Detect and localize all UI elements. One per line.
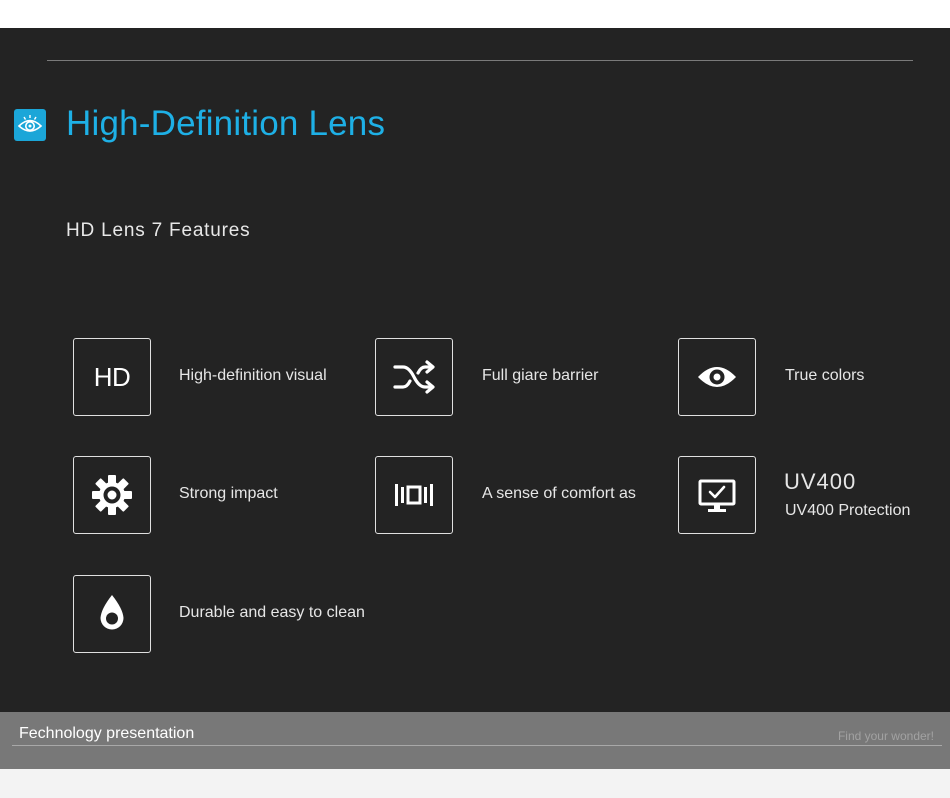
bottom-strip <box>0 769 950 798</box>
monitor-check-icon <box>678 456 756 534</box>
gear-icon <box>73 456 151 534</box>
footer-left-text: Fechnology presentation <box>19 725 195 742</box>
footer-bar: Fechnology presentation Find your wonder… <box>0 712 950 769</box>
footer-right-text: Find your wonder! <box>837 729 934 743</box>
feature-label-durable: Durable and easy to clean <box>179 604 365 621</box>
top-divider <box>47 60 913 61</box>
hd-icon-text: HD <box>93 362 131 392</box>
eye-icon <box>14 109 46 141</box>
hd-icon: HD <box>73 338 151 416</box>
lens-bracket-icon <box>375 456 453 534</box>
shuffle-icon <box>375 338 453 416</box>
eye-icon <box>678 338 756 416</box>
section-subtitle: HD Lens 7 Features <box>66 220 251 241</box>
feature-label-uv400: UV400 Protection <box>785 502 911 519</box>
feature-label-glare: Full giare barrier <box>482 367 599 384</box>
feature-label-hd: High-definition visual <box>179 367 327 384</box>
feature-label-colors: True colors <box>785 367 865 384</box>
feature-title-uv400: UV400 <box>784 469 857 494</box>
water-drop-icon <box>73 575 151 653</box>
footer-divider <box>12 745 942 746</box>
feature-label-impact: Strong impact <box>179 485 278 502</box>
page-title: High-Definition Lens <box>66 104 386 143</box>
feature-label-comfort: A sense of comfort as <box>482 485 636 502</box>
